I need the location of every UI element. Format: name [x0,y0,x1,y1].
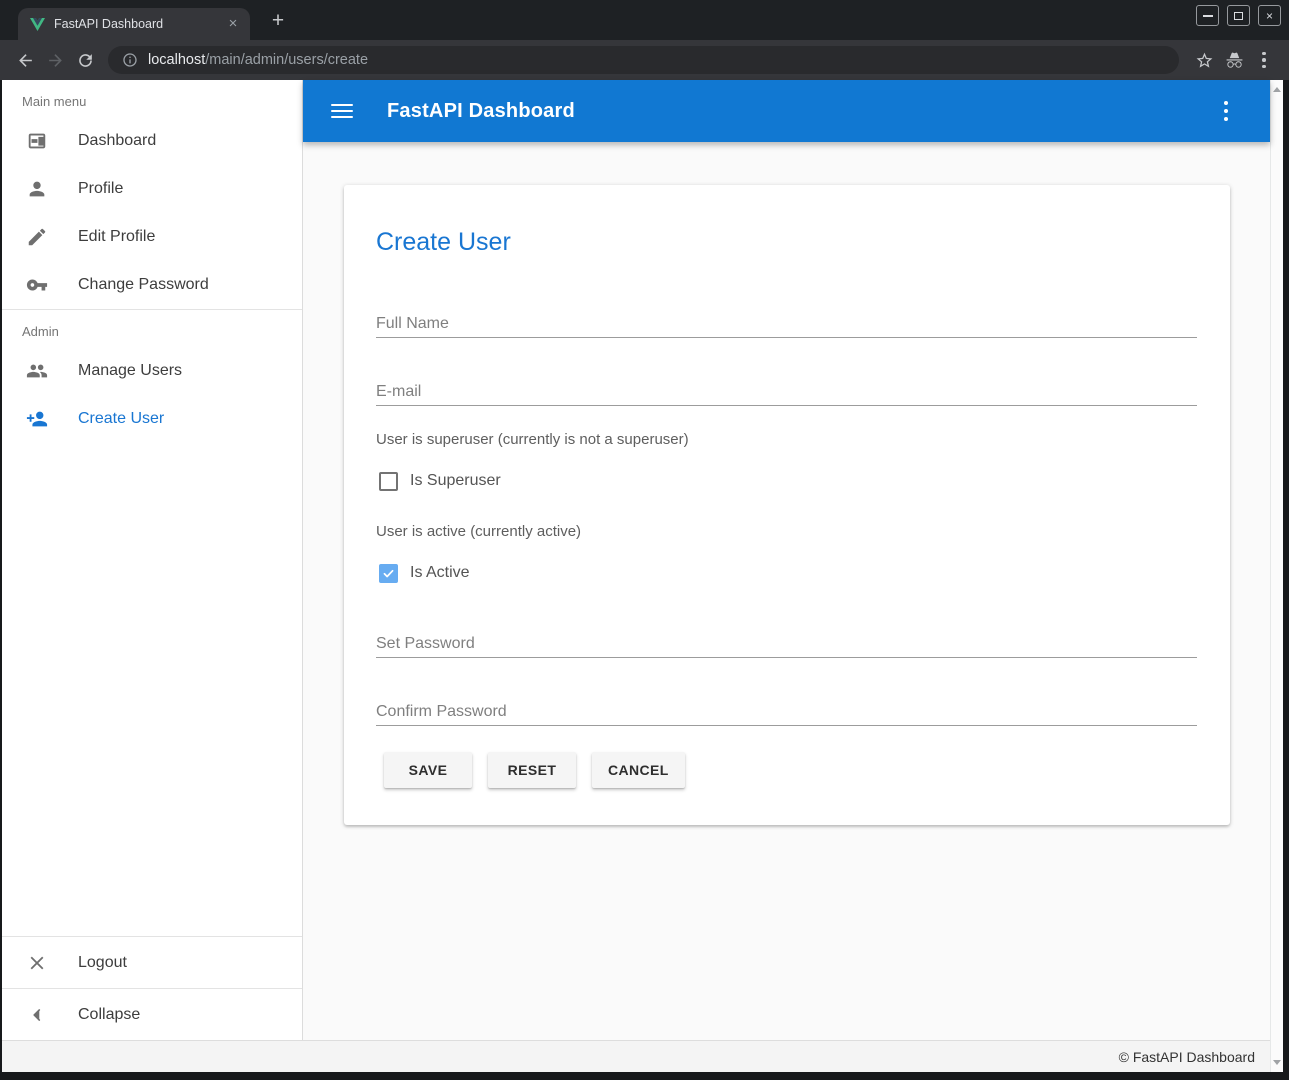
input-underline [376,405,1197,406]
superuser-hint: User is superuser (currently is not a su… [376,429,1197,450]
input-underline [376,657,1197,658]
input-underline [376,725,1197,726]
web-page: Main menu Dashboard Profile Edit Profile [2,80,1283,1072]
tab-close-icon[interactable]: × [224,15,242,33]
sidebar-header-main-menu: Main menu [2,80,302,117]
sidebar-header-admin: Admin [2,310,302,347]
cancel-button[interactable]: CANCEL [592,752,685,788]
copyright-text: © FastAPI Dashboard [1119,1049,1255,1065]
sidebar-item-label: Profile [78,180,123,198]
is-active-checkbox-row[interactable]: Is Active [376,560,1197,586]
browser-window: FastAPI Dashboard × + × localhost/main/a… [0,0,1289,1080]
address-bar[interactable]: localhost/main/admin/users/create [108,46,1179,74]
reset-button[interactable]: RESET [488,752,576,788]
email-label: E-mail [376,381,1197,403]
star-icon [1195,51,1214,70]
browser-tab[interactable]: FastAPI Dashboard × [18,8,250,40]
create-user-card: Create User Full Name E-mail User is sup… [344,185,1230,825]
sidebar-item-label: Collapse [78,1006,140,1024]
app-menu-button[interactable] [1214,101,1238,122]
sidebar-item-label: Change Password [78,276,209,294]
sidebar-item-label: Logout [78,954,127,972]
sidebar-spacer [2,443,302,936]
page-scrollbar[interactable] [1270,80,1283,1072]
maximize-icon [1234,12,1243,20]
page-footer: © FastAPI Dashboard [2,1040,1270,1072]
save-button[interactable]: SAVE [384,752,472,788]
hamburger-menu-icon[interactable] [331,104,353,118]
reload-icon [76,51,95,70]
person-add-icon [26,408,48,430]
main-area: FastAPI Dashboard Create User Full Name … [303,80,1270,1040]
confirm-password-field[interactable]: Confirm Password [376,701,1197,726]
browser-titlebar: FastAPI Dashboard × + × [0,0,1289,40]
form-actions: SAVE RESET CANCEL [376,752,1197,788]
incognito-icon [1225,51,1244,70]
sidebar-item-profile[interactable]: Profile [2,165,302,213]
is-superuser-label: Is Superuser [410,472,501,490]
minimize-button[interactable] [1196,5,1219,26]
kebab-menu-icon [1262,52,1266,69]
set-password-label: Set Password [376,633,1197,655]
back-button[interactable] [10,45,40,75]
app-title: FastAPI Dashboard [387,100,575,123]
maximize-button[interactable] [1227,5,1250,26]
vue-logo-favicon-icon [30,18,45,31]
window-controls: × [1196,5,1281,26]
confirm-password-label: Confirm Password [376,701,1197,723]
close-button[interactable]: × [1258,5,1281,26]
sidebar-item-dashboard[interactable]: Dashboard [2,117,302,165]
is-active-checkbox[interactable] [379,564,398,583]
active-hint: User is active (currently active) [376,521,1197,542]
person-icon [26,178,48,200]
close-icon: × [1266,9,1273,23]
pencil-icon [26,226,48,248]
page-title: Create User [376,227,1197,257]
minimize-icon [1203,15,1213,17]
input-underline [376,337,1197,338]
site-info-icon[interactable] [122,52,138,68]
sidebar-item-edit-profile[interactable]: Edit Profile [2,213,302,261]
url-text: localhost/main/admin/users/create [148,52,368,68]
dashboard-icon [26,130,48,152]
sidebar-item-change-password[interactable]: Change Password [2,261,302,309]
new-tab-button[interactable]: + [266,9,290,33]
browser-menu-button[interactable] [1249,45,1279,75]
email-field[interactable]: E-mail [376,381,1197,406]
bookmark-button[interactable] [1189,45,1219,75]
profile-button[interactable] [1219,45,1249,75]
app-bar: FastAPI Dashboard [303,80,1270,142]
chevron-left-icon [26,1004,48,1026]
scroll-up-icon[interactable] [1273,87,1281,92]
key-icon [26,274,48,296]
logout-x-icon [26,952,48,974]
full-name-label: Full Name [376,313,1197,335]
url-path: /main/admin/users/create [205,52,368,68]
forward-button[interactable] [40,45,70,75]
sidebar-item-label: Edit Profile [78,228,155,246]
scroll-down-icon[interactable] [1273,1060,1281,1065]
url-host: localhost [148,52,205,68]
checkmark-icon [382,567,395,580]
forward-arrow-icon [46,51,65,70]
sidebar-item-collapse[interactable]: Collapse [2,989,302,1040]
sidebar-item-manage-users[interactable]: Manage Users [2,347,302,395]
sidebar: Main menu Dashboard Profile Edit Profile [2,80,303,1040]
browser-toolbar: localhost/main/admin/users/create [0,40,1289,80]
sidebar-item-create-user[interactable]: Create User [2,395,302,443]
reload-button[interactable] [70,45,100,75]
is-superuser-checkbox[interactable] [379,472,398,491]
sidebar-item-label: Create User [78,410,164,428]
sidebar-item-label: Dashboard [78,132,156,150]
group-icon [26,360,48,382]
sidebar-item-logout[interactable]: Logout [2,937,302,988]
tab-title: FastAPI Dashboard [54,17,224,31]
is-superuser-checkbox-row[interactable]: Is Superuser [376,468,1197,494]
content-area: Create User Full Name E-mail User is sup… [303,142,1270,1040]
set-password-field[interactable]: Set Password [376,633,1197,658]
back-arrow-icon [16,51,35,70]
full-name-field[interactable]: Full Name [376,313,1197,338]
sidebar-item-label: Manage Users [78,362,182,380]
is-active-label: Is Active [410,564,470,582]
